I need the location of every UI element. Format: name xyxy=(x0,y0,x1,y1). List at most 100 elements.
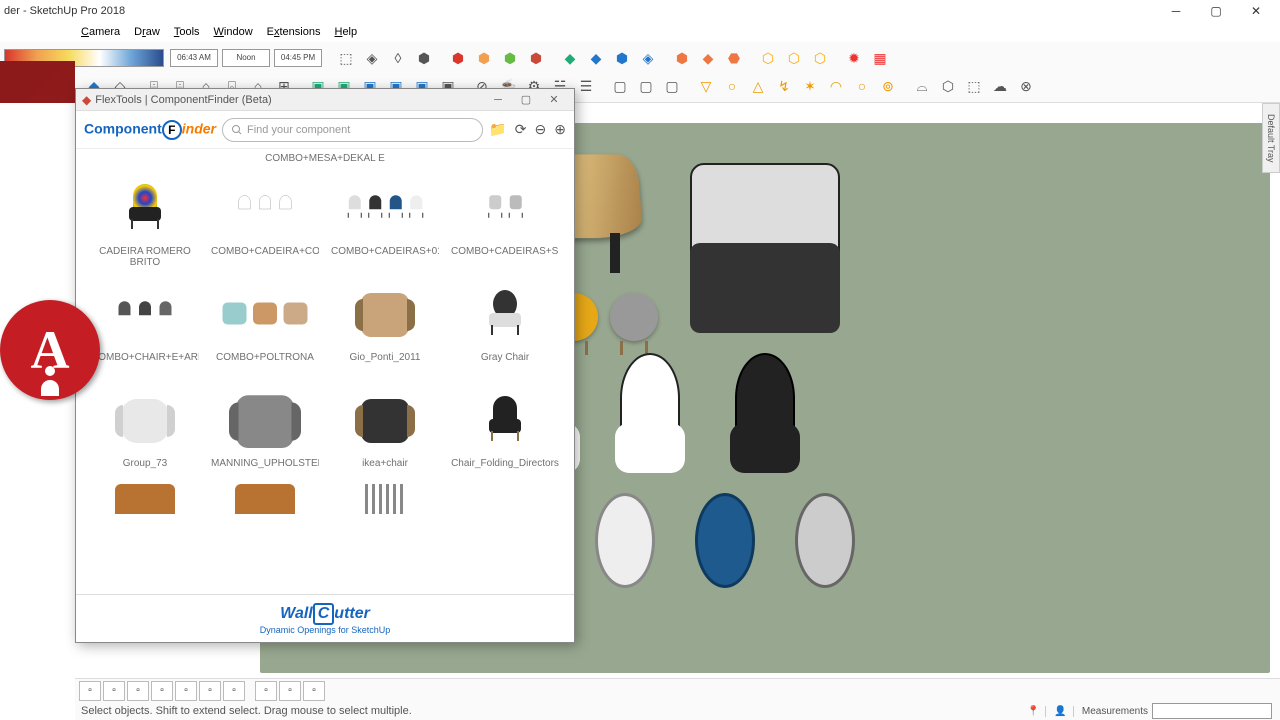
search-placeholder: Find your component xyxy=(247,124,350,136)
dialog-titlebar[interactable]: ◆ FlexTools | ComponentFinder (Beta) ─ ▢… xyxy=(76,89,574,111)
component-card[interactable]: COMBO+CHAIR+E+ARMCHAIR+#01 xyxy=(86,272,204,374)
folder-icon[interactable]: 📁 xyxy=(489,121,506,138)
dialog-footer-ad[interactable]: WallCutter Dynamic Openings for SketchUp xyxy=(76,594,574,642)
toolbar-icon[interactable]: ✶ xyxy=(798,74,822,98)
toolbar-icon[interactable]: ▢ xyxy=(608,74,632,98)
toolbar-icon[interactable]: ◆ xyxy=(696,46,720,70)
toolbar-icon[interactable]: ◈ xyxy=(636,46,660,70)
component-card[interactable]: COMBO+CADEIRA+COPACABANA xyxy=(206,166,324,268)
toolbar-icon[interactable]: ⬢ xyxy=(446,46,470,70)
component-card[interactable]: Chair_Folding_Directors xyxy=(446,378,564,480)
toolbar-icon[interactable]: ○ xyxy=(850,74,874,98)
toolbar-icon[interactable]: ○ xyxy=(720,74,744,98)
minimize-button[interactable]: ─ xyxy=(1156,0,1196,22)
toolbar-icon[interactable]: ☁ xyxy=(988,74,1012,98)
toolbar-icon[interactable]: ⬚ xyxy=(334,46,358,70)
component-card[interactable]: CADEIRA ROMERO BRITO xyxy=(86,166,204,268)
toolbar-icon[interactable]: ⬢ xyxy=(670,46,694,70)
toolbar-icon[interactable]: ⊚ xyxy=(876,74,900,98)
toolbar-icon[interactable]: ☰ xyxy=(574,74,598,98)
scene-tab-icon[interactable]: ▫ xyxy=(127,681,149,701)
scene-tab-icon[interactable]: ▫ xyxy=(199,681,221,701)
component-card[interactable]: COMBO+CADEIRAS+01 xyxy=(326,166,444,268)
component-card[interactable] xyxy=(206,484,324,514)
toolbar-icon[interactable]: ▦ xyxy=(868,46,892,70)
menu-bar: Camera Draw Tools Window Extensions Help xyxy=(0,22,1280,42)
menu-extensions[interactable]: Extensions xyxy=(261,24,327,40)
component-card[interactable]: Gio_Ponti_2011 xyxy=(326,272,444,374)
toolbar-icon[interactable]: ◠ xyxy=(824,74,848,98)
person-icon[interactable]: 👤 xyxy=(1054,706,1073,717)
toolbar-icon[interactable]: ↯ xyxy=(772,74,796,98)
toolbar-icon[interactable]: ⬡ xyxy=(782,46,806,70)
time-morning[interactable]: 06:43 AM xyxy=(170,49,218,67)
toolbar-icon[interactable]: ⬢ xyxy=(610,46,634,70)
search-input[interactable]: Find your component xyxy=(222,118,483,142)
toolbar-icon[interactable]: ✹ xyxy=(842,46,866,70)
model-chair[interactable] xyxy=(605,353,695,473)
model-blanket[interactable] xyxy=(690,243,840,333)
measurements-input[interactable] xyxy=(1152,703,1272,719)
toolbar-icon[interactable]: ⬢ xyxy=(524,46,548,70)
toolbar-icon[interactable]: △ xyxy=(746,74,770,98)
model-chair[interactable] xyxy=(680,493,770,613)
toolbar-icon[interactable]: ⊗ xyxy=(1014,74,1038,98)
component-card[interactable] xyxy=(446,484,564,514)
toolbar-icon[interactable]: ▽ xyxy=(694,74,718,98)
toolbar-icon[interactable]: ⬣ xyxy=(722,46,746,70)
scene-tab-icon[interactable]: ▫ xyxy=(175,681,197,701)
model-chair[interactable] xyxy=(780,493,870,613)
cube-icon[interactable]: ⬡ xyxy=(936,74,960,98)
time-noon[interactable]: Noon xyxy=(222,49,270,67)
component-card[interactable]: Gray Chair xyxy=(446,272,564,374)
default-tray-tab[interactable]: Default Tray xyxy=(1262,103,1280,173)
zoom-in-icon[interactable]: ⊕ xyxy=(554,121,566,138)
dialog-maximize-button[interactable]: ▢ xyxy=(512,93,540,106)
toolbar-icon[interactable]: ⌓ xyxy=(910,74,934,98)
componentfinder-logo: ComponentFinder xyxy=(84,120,216,140)
model-chair[interactable] xyxy=(580,493,670,613)
dialog-minimize-button[interactable]: ─ xyxy=(484,94,512,106)
component-card[interactable]: Group_73 xyxy=(86,378,204,480)
component-card[interactable] xyxy=(326,484,444,514)
toolbar-icon[interactable]: ◈ xyxy=(360,46,384,70)
toolbar-icon[interactable]: ◊ xyxy=(386,46,410,70)
maximize-button[interactable]: ▢ xyxy=(1196,0,1236,22)
scene-tab-icon[interactable]: ▫ xyxy=(79,681,101,701)
toolbar-icon[interactable]: ◆ xyxy=(558,46,582,70)
toolbar-icon[interactable]: ⬢ xyxy=(412,46,436,70)
component-card[interactable]: COMBO+POLTRONA xyxy=(206,272,324,374)
component-grid[interactable]: COMBO+MESA+DEKAL E CADEIRA ROMERO BRITO … xyxy=(76,149,574,594)
menu-draw[interactable]: Draw xyxy=(128,24,166,40)
component-card[interactable]: COMBO+CADEIRAS+SIERRA+#01 xyxy=(446,166,564,268)
menu-help[interactable]: Help xyxy=(328,24,363,40)
toolbar-icon[interactable]: ⬡ xyxy=(756,46,780,70)
model-chair[interactable] xyxy=(720,353,810,473)
time-afternoon[interactable]: 04:45 PM xyxy=(274,49,322,67)
scene-tab-icon[interactable]: ▫ xyxy=(103,681,125,701)
close-button[interactable]: ✕ xyxy=(1236,0,1276,22)
toolbar-icon[interactable]: ◆ xyxy=(584,46,608,70)
model-stool[interactable] xyxy=(610,293,658,341)
toolbar-icon[interactable]: ⬚ xyxy=(962,74,986,98)
toolbar-icon[interactable]: ▢ xyxy=(660,74,684,98)
toolbar-icon[interactable]: ⬢ xyxy=(472,46,496,70)
geolocation-icon[interactable]: 📍 xyxy=(1027,706,1046,717)
component-card[interactable]: ikea+chair xyxy=(326,378,444,480)
zoom-out-icon[interactable]: ⊖ xyxy=(535,121,547,138)
scene-tab-icon[interactable]: ▫ xyxy=(223,681,245,701)
component-card[interactable] xyxy=(86,484,204,514)
scene-tab-icon[interactable]: ▫ xyxy=(151,681,173,701)
toolbar-icon[interactable]: ⬡ xyxy=(808,46,832,70)
menu-tools[interactable]: Tools xyxy=(168,24,206,40)
toolbar-icon[interactable]: ▢ xyxy=(634,74,658,98)
component-card[interactable]: MANNING_UPHOLSTERED_ARMCHAIR xyxy=(206,378,324,480)
refresh-icon[interactable]: ⟳ xyxy=(515,121,527,138)
dialog-close-button[interactable]: ✕ xyxy=(540,93,568,106)
scene-tab-icon[interactable]: ▫ xyxy=(255,681,277,701)
toolbar-icon[interactable]: ⬢ xyxy=(498,46,522,70)
menu-window[interactable]: Window xyxy=(208,24,259,40)
scene-tab-icon[interactable]: ▫ xyxy=(279,681,301,701)
scene-tab-icon[interactable]: ▫ xyxy=(303,681,325,701)
menu-camera[interactable]: Camera xyxy=(75,24,126,40)
